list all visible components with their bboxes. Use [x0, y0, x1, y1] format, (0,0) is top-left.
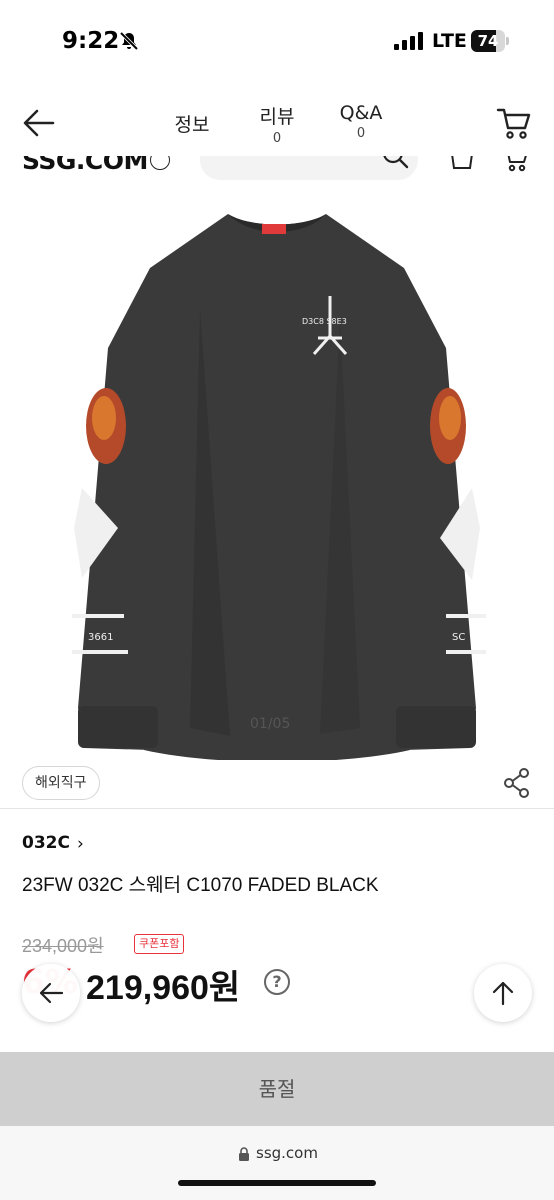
- status-time: 9:22: [62, 28, 120, 54]
- tab-count: 0: [272, 131, 282, 146]
- ssg-logo[interactable]: SSG.COM: [22, 156, 148, 175]
- battery-level: 74: [477, 32, 499, 50]
- battery-indicator: 74: [471, 30, 509, 52]
- image-counter: 01/05: [250, 716, 291, 732]
- signal-bars-icon: [394, 32, 423, 50]
- browser-url-bar[interactable]: [0, 1126, 554, 1200]
- divider: [0, 808, 554, 809]
- chevron-right-icon[interactable]: ›: [77, 834, 84, 854]
- scroll-top-button[interactable]: [474, 964, 532, 1022]
- tab-label: Q&A: [339, 102, 383, 124]
- tab-label: 정보: [174, 114, 210, 136]
- tab-qna[interactable]: Q&A 0: [332, 102, 390, 141]
- network-label: LTE: [432, 30, 467, 52]
- share-icon[interactable]: [502, 767, 532, 799]
- product-name: 23FW 032C 스웨터 C1070 FADED BLACK: [22, 875, 379, 896]
- svg-text:3661: 3661: [88, 632, 113, 643]
- product-image[interactable]: D3C8 S8E3 3661 SC: [0, 188, 554, 760]
- cart-icon[interactable]: [500, 156, 530, 174]
- url-text[interactable]: ssg.com: [256, 1144, 318, 1162]
- shirt-body: [144, 214, 410, 760]
- search-icon[interactable]: [380, 156, 410, 172]
- shopping-bag-icon[interactable]: [448, 156, 476, 174]
- tab-review[interactable]: 리뷰 0: [250, 102, 304, 146]
- floating-back-button[interactable]: [22, 964, 80, 1022]
- svg-text:D3C8 S8E3: D3C8 S8E3: [302, 317, 347, 326]
- tab-info[interactable]: 정보: [166, 110, 218, 137]
- top-nav: 정보 리뷰 0 Q&A 0: [0, 90, 554, 156]
- brand-link[interactable]: 032C: [22, 833, 70, 853]
- bell-slash-icon: [119, 31, 139, 51]
- sale-price: 219,960원: [86, 969, 241, 1007]
- soldout-button[interactable]: 품절: [0, 1052, 554, 1126]
- question-icon[interactable]: ?: [264, 969, 290, 995]
- lock-icon: [239, 1147, 249, 1161]
- original-price: 234,000원: [22, 936, 104, 956]
- arrow-up-icon: [492, 981, 514, 1006]
- collar-tag: [262, 224, 286, 234]
- svg-text:SC: SC: [452, 632, 465, 643]
- ssg-header: SSG.COM: [0, 156, 554, 188]
- chevron-down-icon[interactable]: [150, 156, 170, 170]
- home-indicator[interactable]: [178, 1180, 376, 1186]
- status-bar: 9:22 LTE 74: [0, 0, 554, 80]
- coupon-badge: 쿠폰포함: [134, 934, 185, 954]
- overseas-badge: 해외직구: [22, 766, 100, 800]
- tab-label: 리뷰: [259, 106, 295, 128]
- cart-icon[interactable]: [496, 106, 532, 140]
- arrow-left-icon: [39, 982, 64, 1004]
- back-arrow-icon[interactable]: [22, 108, 56, 138]
- tab-count: 0: [356, 126, 366, 141]
